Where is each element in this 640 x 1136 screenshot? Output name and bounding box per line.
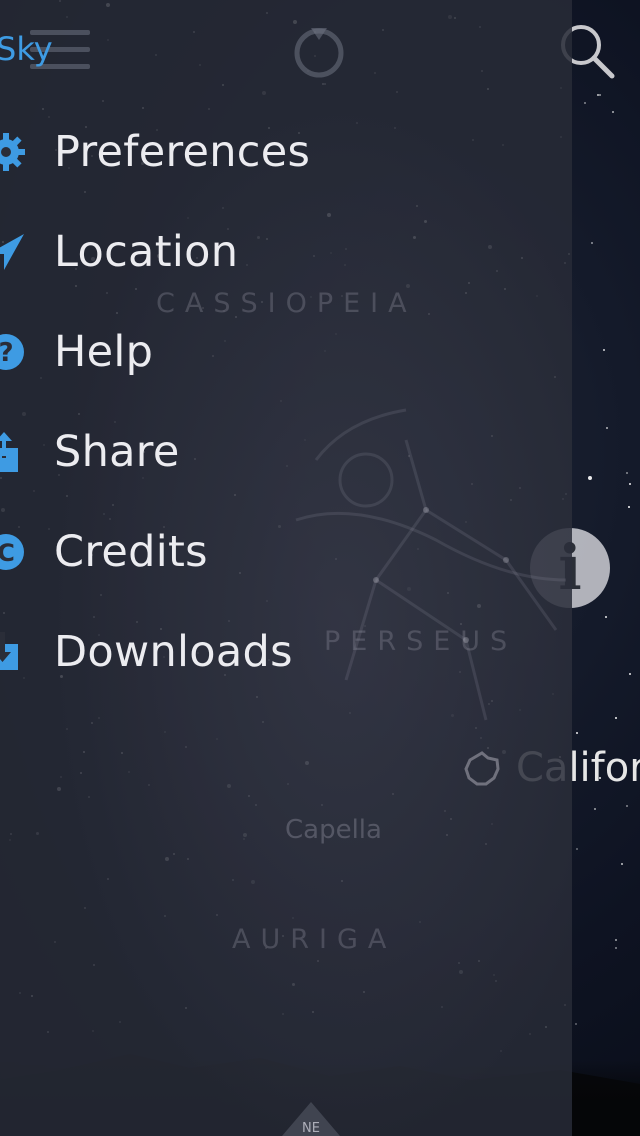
- menu-item-label: Credits: [54, 527, 208, 577]
- menu-item-label: Location: [54, 227, 239, 277]
- star: [629, 673, 631, 675]
- star: [615, 947, 617, 949]
- star: [576, 848, 578, 850]
- drawer-menu: Preferences Location ? Help: [0, 102, 572, 702]
- help-icon: ?: [0, 334, 24, 370]
- star: [576, 732, 578, 734]
- star: [597, 94, 599, 96]
- menu-item-preferences[interactable]: Preferences: [0, 102, 572, 202]
- gear-icon: [0, 133, 25, 171]
- star: [591, 242, 593, 244]
- star: [628, 506, 630, 508]
- compass-direction-marker: NE: [282, 1102, 340, 1136]
- star: [621, 863, 623, 865]
- menu-item-label: Share: [54, 427, 180, 477]
- menu-item-share[interactable]: Share: [0, 402, 572, 502]
- menu-item-label: Help: [54, 327, 154, 377]
- star: [612, 111, 614, 113]
- star: [594, 808, 596, 810]
- app-title: Sky: [0, 30, 53, 68]
- download-icon: [0, 632, 18, 670]
- star: [629, 483, 631, 485]
- star: [599, 94, 601, 96]
- star: [615, 717, 617, 719]
- menu-item-location[interactable]: Location: [0, 202, 572, 302]
- sky-view[interactable]: i California CASSIOPEIA PERSEUS AURIGA C…: [0, 0, 640, 1136]
- menu-item-label: Downloads: [54, 627, 293, 677]
- star: [626, 472, 628, 474]
- svg-text:?: ?: [0, 338, 14, 368]
- compass-direction-label: NE: [302, 1121, 320, 1136]
- credits-icon: C: [0, 534, 24, 570]
- menu-item-credits[interactable]: C Credits: [0, 502, 572, 602]
- menu-item-help[interactable]: ? Help: [0, 302, 572, 402]
- star: [575, 1023, 577, 1025]
- star-label-capella: Capella: [285, 815, 382, 845]
- svg-text:C: C: [0, 539, 15, 567]
- constellation-label-auriga: AURIGA: [232, 924, 397, 955]
- star: [606, 427, 608, 429]
- share-icon: [0, 432, 18, 472]
- side-drawer: CASSIOPEIA PERSEUS AURIGA Capella Sky Pr…: [0, 0, 572, 1136]
- galaxy-marker-icon: [464, 751, 500, 786]
- menu-item-label: Preferences: [54, 127, 311, 177]
- star: [603, 349, 605, 351]
- star: [584, 102, 586, 104]
- compass-rotate-icon[interactable]: [290, 22, 348, 80]
- star: [615, 939, 617, 941]
- menu-item-downloads[interactable]: Downloads: [0, 602, 572, 702]
- star: [588, 476, 592, 480]
- star: [626, 805, 628, 807]
- location-arrow-icon: [0, 234, 24, 270]
- star: [605, 616, 607, 618]
